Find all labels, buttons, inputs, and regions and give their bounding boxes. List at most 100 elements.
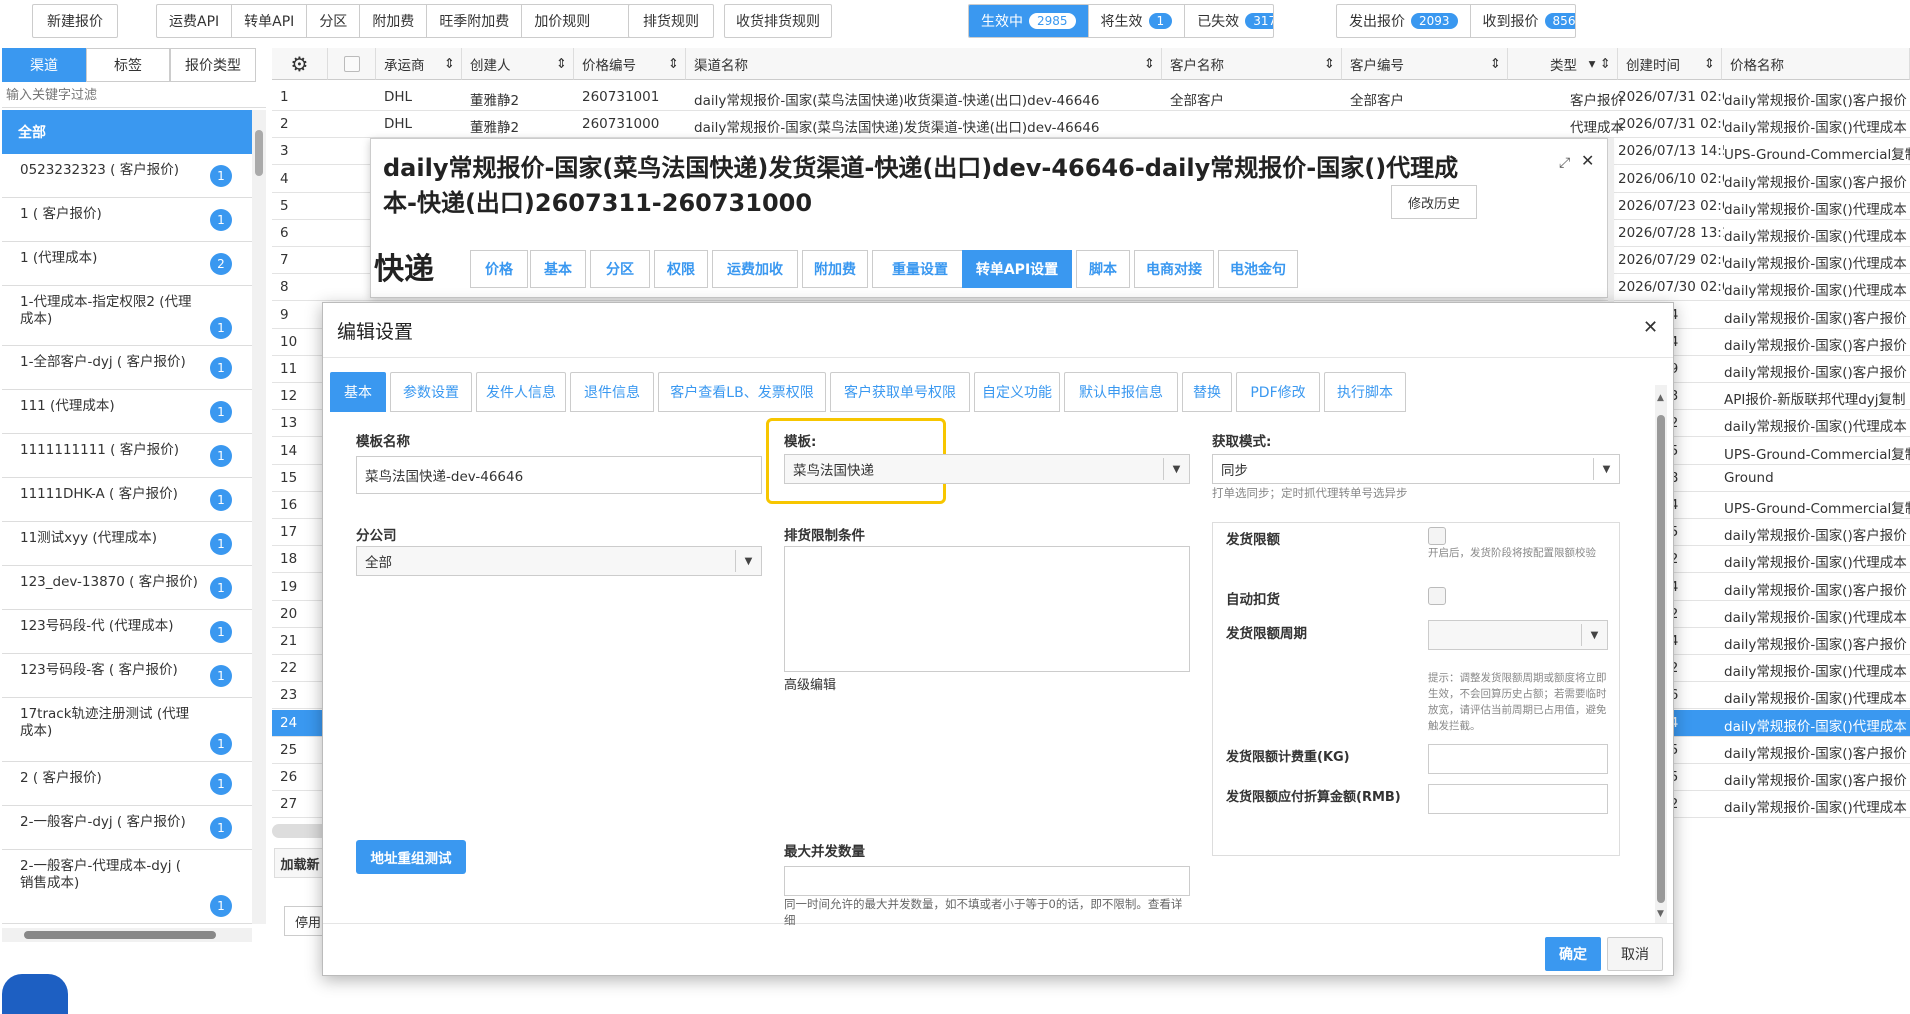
load-more-label[interactable]: 加载新: [274, 848, 326, 878]
limit-period-select[interactable]: ▼: [1428, 620, 1608, 650]
dispatch-limit-textarea[interactable]: [784, 546, 1190, 672]
channel-list-item[interactable]: 123_dev-13870 ( 客户报价) 1: [2, 566, 252, 610]
col-creator[interactable]: 创建人 ⇕: [462, 48, 574, 80]
channel-all-item[interactable]: 全部: [2, 110, 252, 154]
col-customer-no[interactable]: 客户编号 ⇕: [1342, 48, 1508, 80]
limit-weight-input[interactable]: [1428, 744, 1608, 774]
dialog-close-icon[interactable]: ✕: [1643, 317, 1658, 338]
left-scrollbar[interactable]: [252, 110, 266, 924]
col-price-code[interactable]: 价格编号 ⇕: [574, 48, 686, 80]
tab-tags[interactable]: 标签: [86, 48, 170, 82]
channel-list-item[interactable]: 2-一般客户-dyj ( 客户报价) 1: [2, 806, 252, 850]
channel-list-item[interactable]: 123号码段-客 ( 客户报价) 1: [2, 654, 252, 698]
confirm-button[interactable]: 确定: [1545, 937, 1601, 971]
freight-api-button[interactable]: 运费API: [157, 5, 231, 37]
channel-list-item[interactable]: 1111111111 ( 客户报价) 1: [2, 434, 252, 478]
channel-list-item[interactable]: 1 (代理成本) 2: [2, 242, 252, 286]
channel-list-item[interactable]: 17track轨迹注册测试 (代理成本) 1: [2, 698, 252, 762]
surcharge-button[interactable]: 附加费: [359, 5, 426, 37]
window-tab[interactable]: 电商对接: [1134, 250, 1214, 288]
channel-list-item[interactable]: 111 (代理成本) 1: [2, 390, 252, 434]
channel-list-item[interactable]: 0523232323 ( 客户报价) 1: [2, 154, 252, 198]
tab-channel[interactable]: 渠道: [2, 48, 86, 82]
cell-name: daily常规报价-国家()代理成本: [1724, 555, 1907, 572]
auto-hold-checkbox[interactable]: [1428, 587, 1446, 605]
fetch-mode-hint: 打单选同步；定时抓代理转单号选异步: [1212, 486, 1408, 500]
template-name-input[interactable]: 菜鸟法国快递-dev-46646: [356, 456, 762, 494]
peak-surcharge-button[interactable]: 旺季附加费: [426, 5, 521, 37]
dialog-tab[interactable]: 默认申报信息: [1064, 372, 1178, 412]
dialog-scrollbar[interactable]: ▲ ▼: [1655, 385, 1667, 923]
status-expired-tab[interactable]: 已失效3176: [1184, 5, 1273, 37]
window-tab[interactable]: 权限: [654, 250, 708, 288]
channel-list-item[interactable]: 2 ( 客户报价) 1: [2, 762, 252, 806]
window-tab[interactable]: 电池金句: [1218, 250, 1298, 288]
window-tab[interactable]: 运费加收: [712, 250, 798, 288]
channel-filter-input[interactable]: [2, 82, 266, 108]
col-type[interactable]: 类型 ▾ ⇕: [1508, 48, 1618, 80]
channel-list-item[interactable]: 1-全部客户-dyj ( 客户报价) 1: [2, 346, 252, 390]
channel-list-item[interactable]: 1 ( 客户报价) 1: [2, 198, 252, 242]
dialog-tab[interactable]: 基本: [330, 372, 386, 412]
advanced-edit-link[interactable]: 高级编辑: [784, 674, 836, 693]
limit-amount-input[interactable]: [1428, 784, 1608, 814]
dialog-tab[interactable]: 客户查看LB、发票权限: [658, 372, 826, 412]
settings-gear-icon[interactable]: ⚙: [272, 48, 328, 80]
dialog-tab[interactable]: 客户获取单号权限: [830, 372, 970, 412]
dialog-tab[interactable]: 参数设置: [390, 372, 472, 412]
sent-quotes-tab[interactable]: 发出报价 2093: [1337, 5, 1470, 37]
expand-icon[interactable]: ⤢: [1559, 155, 1570, 171]
dialog-tab[interactable]: 执行脚本: [1324, 372, 1406, 412]
col-channel-name[interactable]: 渠道名称 ⇕: [686, 48, 1162, 80]
template-select[interactable]: 菜鸟法国快递 ▼: [784, 454, 1190, 484]
receive-dispatch-rule-button[interactable]: 收货排货规则: [724, 4, 832, 38]
window-tab[interactable]: 重量设置: [872, 250, 968, 288]
window-tab[interactable]: 基本: [530, 250, 586, 288]
status-pending-tab[interactable]: 将生效 1: [1087, 5, 1185, 37]
received-quotes-tab[interactable]: 收到报价 856: [1469, 5, 1575, 37]
zone-button[interactable]: 分区: [306, 5, 359, 37]
chevron-down-icon: ▼: [1593, 458, 1619, 480]
close-window-icon[interactable]: ✕: [1581, 151, 1594, 170]
window-tab[interactable]: 转单API设置: [962, 250, 1072, 288]
channel-list-item[interactable]: 2-一般客户-代理成本-dyj ( 销售成本) 1: [2, 850, 252, 924]
status-active-tab[interactable]: 生效中 2985: [969, 5, 1088, 37]
dialog-tab[interactable]: 退件信息: [570, 372, 654, 412]
col-created-time[interactable]: 创建时间 ⇕: [1618, 48, 1722, 80]
fetch-mode-select[interactable]: 同步 ▼: [1212, 454, 1620, 484]
table-row[interactable]: 1 DHL 董雅静2 260731001 daily常规报价-国家(菜鸟法国快递)收货渠…: [272, 84, 1910, 111]
tab-quote-type[interactable]: 报价类型: [170, 48, 256, 82]
dispatch-rule-button[interactable]: 排货规则: [628, 4, 714, 38]
dialog-tab[interactable]: 替换: [1182, 372, 1232, 412]
table-row[interactable]: 2 DHL 董雅静2 260731000 daily常规报价-国家(菜鸟法国快递)发货渠…: [272, 111, 1910, 139]
channel-list-item[interactable]: 11111DHK-A ( 客户报价) 1: [2, 478, 252, 522]
cancel-button[interactable]: 取消: [1607, 937, 1663, 971]
max-concurrency-input[interactable]: [784, 866, 1190, 896]
col-price-name[interactable]: 价格名称: [1722, 48, 1910, 80]
left-hscrollbar[interactable]: [2, 928, 252, 942]
help-fab-icon[interactable]: [2, 974, 68, 1014]
dialog-tab[interactable]: PDF修改: [1236, 372, 1320, 412]
markup-rule-button[interactable]: 加价规则: [521, 5, 602, 37]
dialog-tab[interactable]: 自定义功能: [974, 372, 1060, 412]
address-test-button[interactable]: 地址重组测试: [356, 840, 466, 874]
col-carrier[interactable]: 承运商 ⇕: [376, 48, 462, 80]
col-customer-name[interactable]: 客户名称 ⇕: [1162, 48, 1342, 80]
channel-list-item[interactable]: 1-代理成本-指定权限2 (代理成本) 1: [2, 286, 252, 346]
window-tab[interactable]: 脚本: [1076, 250, 1130, 288]
cell-n: 23: [280, 687, 298, 704]
channel-list-item[interactable]: 11测试xyy (代理成本) 1: [2, 522, 252, 566]
window-tab[interactable]: 分区: [590, 250, 650, 288]
new-quote-button[interactable]: 新建报价: [32, 4, 118, 38]
transfer-api-button[interactable]: 转单API: [231, 5, 306, 37]
cell-n: 10: [280, 333, 298, 350]
channel-list-item[interactable]: 123号码段-代 (代理成本) 1: [2, 610, 252, 654]
select-all-checkbox[interactable]: [328, 48, 376, 80]
branch-select[interactable]: 全部 ▼: [356, 546, 762, 576]
modify-history-button[interactable]: 修改历史: [1391, 185, 1477, 219]
ship-limit-checkbox[interactable]: [1428, 527, 1446, 545]
window-tab[interactable]: 附加费: [802, 250, 868, 288]
dialog-tab[interactable]: 发件人信息: [476, 372, 566, 412]
window-tab[interactable]: 价格: [470, 250, 528, 288]
limit-period-hint: 提示：调整发货限额周期或额度将立即生效，不会回算历史占额；若需要临时放宽，请评估…: [1428, 672, 1607, 732]
